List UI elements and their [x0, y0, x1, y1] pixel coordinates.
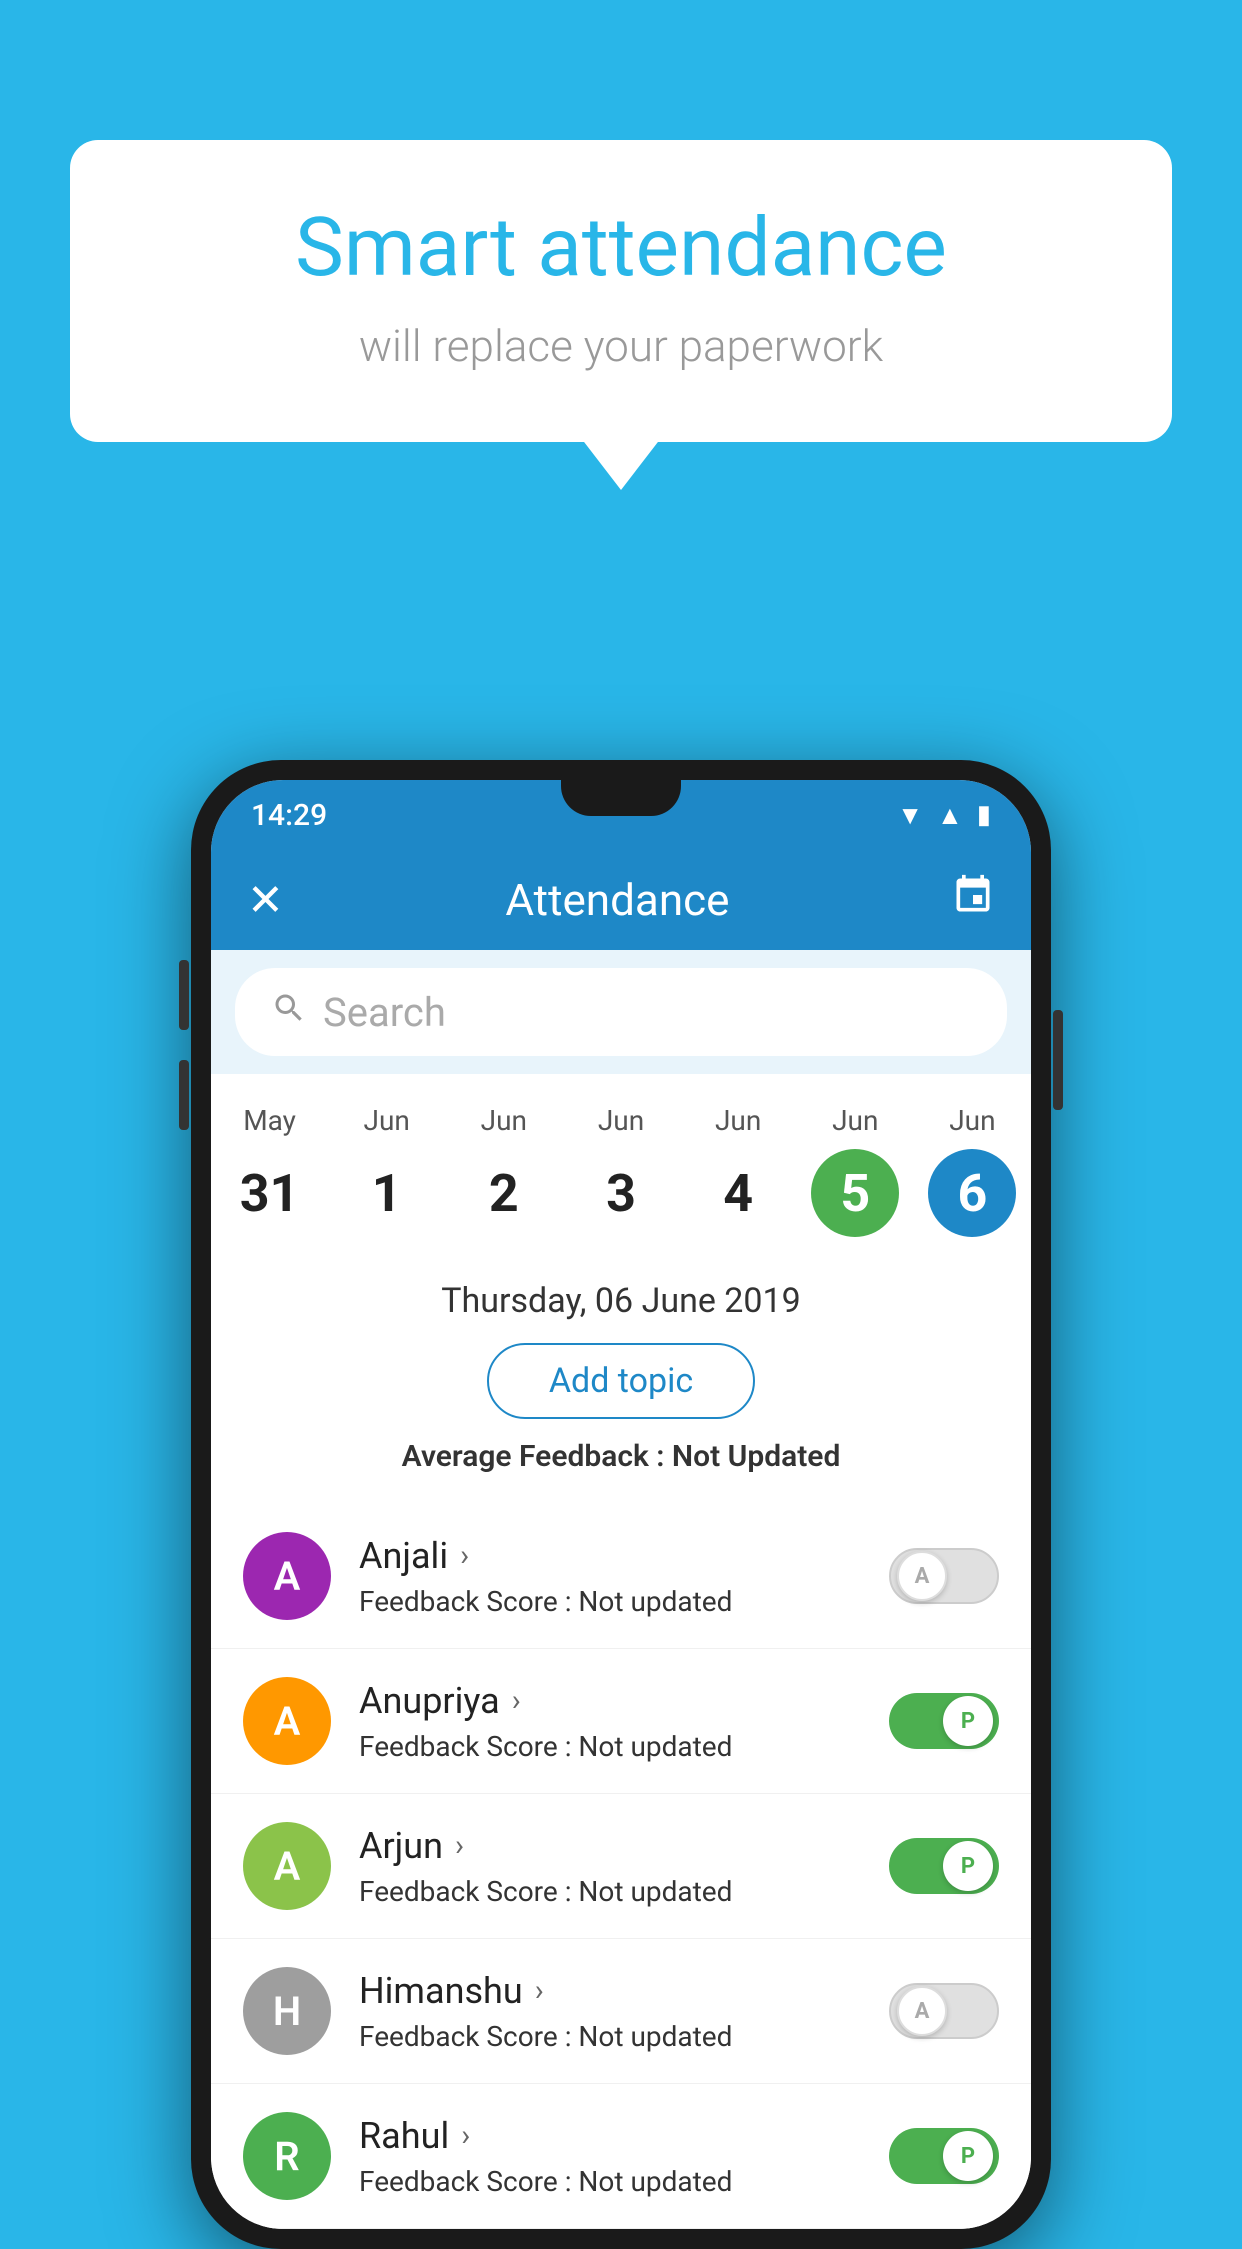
- toggle-knob: P: [943, 1841, 993, 1891]
- speech-bubble-container: Smart attendance will replace your paper…: [70, 140, 1172, 442]
- signal-icon: ▲: [937, 800, 963, 831]
- speech-bubble: Smart attendance will replace your paper…: [70, 140, 1172, 442]
- avg-feedback-value: Not Updated: [672, 1439, 840, 1474]
- phone-outer: 14:29 ▼ ▲ ▮ ✕ Attendance: [191, 760, 1051, 2249]
- toggle-present[interactable]: P: [889, 1838, 999, 1894]
- calendar-button[interactable]: [951, 873, 995, 927]
- student-name: Himanshu ›: [359, 1970, 889, 2012]
- student-list: A Anjali › Feedback Score : Not updated …: [211, 1504, 1031, 2229]
- student-item[interactable]: A Arjun › Feedback Score : Not updated P: [211, 1794, 1031, 1939]
- chevron-right-icon: ›: [461, 2118, 470, 2153]
- student-item[interactable]: A Anjali › Feedback Score : Not updated …: [211, 1504, 1031, 1649]
- close-button[interactable]: ✕: [247, 874, 284, 926]
- status-icons: ▼ ▲ ▮: [897, 800, 991, 831]
- student-name: Anjali ›: [359, 1535, 889, 1577]
- student-feedback: Feedback Score : Not updated: [359, 1875, 889, 1908]
- attendance-toggle[interactable]: P: [889, 1838, 999, 1894]
- avg-feedback-label: Average Feedback :: [402, 1439, 665, 1474]
- toggle-knob: A: [897, 1551, 947, 1601]
- toggle-absent[interactable]: A: [889, 1983, 999, 2039]
- add-topic-button[interactable]: Add topic: [487, 1343, 755, 1419]
- student-item[interactable]: H Himanshu › Feedback Score : Not update…: [211, 1939, 1031, 2084]
- toggle-absent[interactable]: A: [889, 1548, 999, 1604]
- phone-screen: 14:29 ▼ ▲ ▮ ✕ Attendance: [211, 780, 1031, 2229]
- chevron-right-icon: ›: [535, 1973, 544, 2008]
- student-item[interactable]: A Anupriya › Feedback Score : Not update…: [211, 1649, 1031, 1794]
- phone-wrapper: 14:29 ▼ ▲ ▮ ✕ Attendance: [191, 760, 1051, 2249]
- attendance-toggle[interactable]: A: [889, 1983, 999, 2039]
- chevron-right-icon: ›: [460, 1538, 469, 1573]
- student-feedback: Feedback Score : Not updated: [359, 2020, 889, 2053]
- toggle-knob: P: [943, 1696, 993, 1746]
- student-name: Arjun ›: [359, 1825, 889, 1867]
- avatar: H: [243, 1967, 331, 2055]
- search-icon: [271, 989, 307, 1036]
- cal-day-1[interactable]: Jun 1: [328, 1094, 445, 1253]
- app-bar-title: Attendance: [505, 874, 729, 926]
- student-info: Rahul › Feedback Score : Not updated: [359, 2115, 889, 2198]
- date-info: Thursday, 06 June 2019 Add topic Average…: [211, 1253, 1031, 1504]
- speech-bubble-subtext: will replace your paperwork: [150, 320, 1092, 372]
- search-bar[interactable]: Search: [235, 968, 1007, 1056]
- student-info: Anupriya › Feedback Score : Not updated: [359, 1680, 889, 1763]
- student-info: Anjali › Feedback Score : Not updated: [359, 1535, 889, 1618]
- cal-day-5[interactable]: Jun 5: [797, 1094, 914, 1253]
- attendance-toggle[interactable]: P: [889, 2128, 999, 2184]
- cal-day-4[interactable]: Jun 4: [680, 1094, 797, 1253]
- notch: [561, 780, 681, 816]
- search-input[interactable]: Search: [323, 989, 971, 1036]
- toggle-present[interactable]: P: [889, 2128, 999, 2184]
- student-feedback: Feedback Score : Not updated: [359, 1585, 889, 1618]
- avatar: R: [243, 2112, 331, 2200]
- status-time: 14:29: [251, 798, 327, 833]
- attendance-toggle[interactable]: A: [889, 1548, 999, 1604]
- toggle-knob: P: [943, 2131, 993, 2181]
- chevron-right-icon: ›: [512, 1683, 521, 1718]
- toggle-knob: A: [897, 1986, 947, 2036]
- speech-bubble-heading: Smart attendance: [150, 200, 1092, 296]
- avatar: A: [243, 1677, 331, 1765]
- avatar: A: [243, 1822, 331, 1910]
- cal-day-6[interactable]: Jun 6: [914, 1094, 1031, 1253]
- volume-up-button: [179, 960, 189, 1030]
- battery-icon: ▮: [977, 800, 991, 830]
- chevron-right-icon: ›: [455, 1828, 464, 1863]
- attendance-toggle[interactable]: P: [889, 1693, 999, 1749]
- volume-down-button: [179, 1060, 189, 1130]
- cal-day-0[interactable]: May 31: [211, 1094, 328, 1253]
- toggle-present[interactable]: P: [889, 1693, 999, 1749]
- student-info: Himanshu › Feedback Score : Not updated: [359, 1970, 889, 2053]
- wifi-icon: ▼: [897, 800, 923, 831]
- app-bar: ✕ Attendance: [211, 850, 1031, 950]
- student-feedback: Feedback Score : Not updated: [359, 2165, 889, 2198]
- student-info: Arjun › Feedback Score : Not updated: [359, 1825, 889, 1908]
- status-bar: 14:29 ▼ ▲ ▮: [211, 780, 1031, 850]
- calendar-row: May 31 Jun 1 Jun 2 Jun 3 Jun 4: [211, 1074, 1031, 1253]
- power-button: [1053, 1010, 1063, 1110]
- selected-date: Thursday, 06 June 2019: [231, 1281, 1011, 1321]
- cal-day-3[interactable]: Jun 3: [562, 1094, 679, 1253]
- cal-day-2[interactable]: Jun 2: [445, 1094, 562, 1253]
- student-name: Rahul ›: [359, 2115, 889, 2157]
- student-feedback: Feedback Score : Not updated: [359, 1730, 889, 1763]
- student-name: Anupriya ›: [359, 1680, 889, 1722]
- search-bar-container: Search: [211, 950, 1031, 1074]
- avg-feedback: Average Feedback : Not Updated: [231, 1439, 1011, 1474]
- student-item[interactable]: R Rahul › Feedback Score : Not updated P: [211, 2084, 1031, 2229]
- avatar: A: [243, 1532, 331, 1620]
